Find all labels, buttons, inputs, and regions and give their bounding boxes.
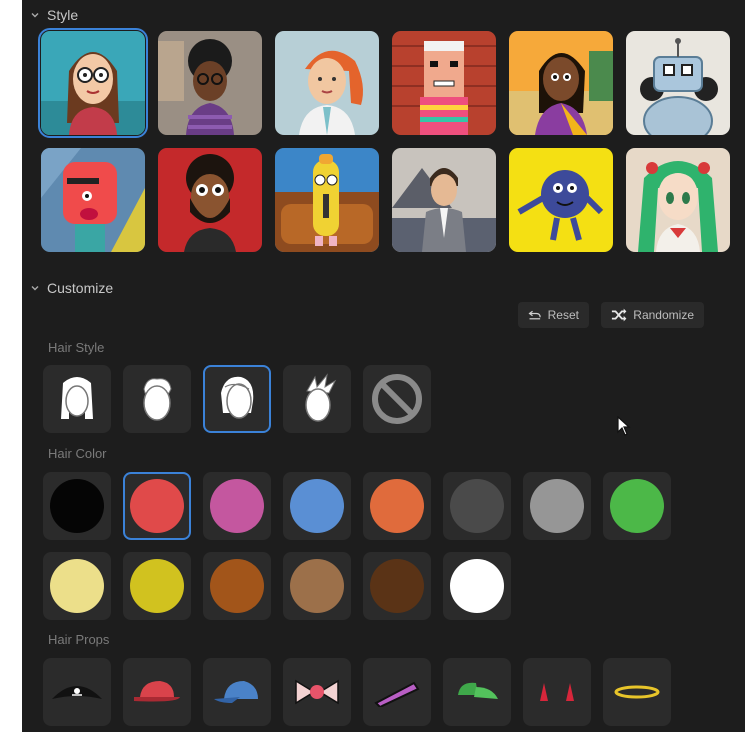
hair-style-label: Hair Style	[48, 340, 105, 355]
hair-color-swatch[interactable]	[443, 552, 511, 620]
color-circle	[370, 559, 424, 613]
hair-style-long-icon	[61, 377, 93, 419]
hair-props-label: Hair Props	[48, 632, 110, 647]
color-circle	[130, 479, 184, 533]
undo-icon	[528, 310, 541, 320]
hair-prop-devil-horns[interactable]	[523, 658, 591, 726]
color-circle	[290, 559, 344, 613]
hair-color-swatch[interactable]	[283, 552, 351, 620]
hair-prop-pirate-hat[interactable]	[43, 658, 111, 726]
hair-prop-green-cap[interactable]	[443, 658, 511, 726]
color-circle	[370, 479, 424, 533]
hair-color-label: Hair Color	[48, 446, 107, 461]
reset-label: Reset	[547, 308, 579, 322]
style-thumb-man-checkered-shirt[interactable]	[392, 31, 496, 135]
shuffle-icon	[611, 308, 627, 322]
hair-color-swatch[interactable]	[523, 472, 591, 540]
hair-style-none[interactable]	[363, 365, 431, 433]
style-thumb-man-curly-hair[interactable]	[158, 31, 262, 135]
section-title: Customize	[47, 280, 114, 296]
hair-color-swatch[interactable]	[603, 472, 671, 540]
style-thumb-robot[interactable]	[626, 31, 730, 135]
hair-color-swatch[interactable]	[123, 552, 191, 620]
hair-color-swatch[interactable]	[443, 472, 511, 540]
bow-icon	[295, 679, 339, 705]
hair-color-swatch[interactable]	[123, 472, 191, 540]
hair-style-option-1[interactable]	[43, 365, 111, 433]
style-thumb-man-suit[interactable]	[392, 148, 496, 252]
customize-section-header[interactable]: Customize	[22, 277, 113, 299]
pirate-hat-icon	[52, 686, 102, 699]
hair-style-option-3[interactable]	[203, 365, 271, 433]
color-circle	[50, 479, 104, 533]
hair-color-swatch[interactable]	[43, 472, 111, 540]
hair-prop-hair-pin[interactable]	[363, 658, 431, 726]
style-section-header[interactable]: Style	[22, 4, 78, 26]
hair-color-swatch[interactable]	[43, 552, 111, 620]
mouse-cursor-icon	[617, 416, 631, 436]
randomize-button[interactable]: Randomize	[601, 302, 704, 328]
hair-style-option-4[interactable]	[283, 365, 351, 433]
hair-style-short-icon	[143, 378, 172, 421]
color-circle	[210, 559, 264, 613]
color-circle	[130, 559, 184, 613]
color-circle	[50, 559, 104, 613]
hair-color-swatch[interactable]	[363, 552, 431, 620]
character-panel: Style Customize Reset Randomize Hair Sty…	[22, 0, 745, 732]
halo-icon	[614, 685, 660, 699]
color-circle	[450, 479, 504, 533]
hair-style-side-swept-icon	[221, 376, 254, 419]
style-thumb-yellow-fry[interactable]	[275, 148, 379, 252]
devil-horns-icon	[540, 683, 574, 701]
hair-color-swatch[interactable]	[203, 472, 271, 540]
section-title: Style	[47, 7, 79, 23]
hair-prop-bow[interactable]	[283, 658, 351, 726]
hair-style-spiky-icon	[305, 373, 337, 422]
color-circle	[290, 479, 344, 533]
hair-color-swatch[interactable]	[283, 472, 351, 540]
style-thumb-blue-ball-creature[interactable]	[509, 148, 613, 252]
style-thumb-anime-girl[interactable]	[626, 148, 730, 252]
style-thumb-woman-glasses[interactable]	[38, 28, 148, 138]
hair-style-option-2[interactable]	[123, 365, 191, 433]
color-circle	[450, 559, 504, 613]
hair-color-swatch[interactable]	[363, 472, 431, 540]
blue-cap-icon	[214, 681, 258, 703]
hair-pin-icon	[374, 681, 420, 707]
hair-prop-blue-cap[interactable]	[203, 658, 271, 726]
style-thumb-woman-saree[interactable]	[509, 31, 613, 135]
style-thumb-red-blob[interactable]	[41, 148, 145, 252]
green-cap-icon	[458, 682, 498, 699]
randomize-label: Randomize	[633, 308, 694, 322]
reset-button[interactable]: Reset	[518, 302, 589, 328]
hair-prop-halo[interactable]	[603, 658, 671, 726]
hair-color-swatch[interactable]	[203, 552, 271, 620]
style-thumb-redhead-doctor[interactable]	[275, 31, 379, 135]
color-circle	[210, 479, 264, 533]
chevron-down-icon	[31, 286, 39, 291]
no-hair-icon	[372, 374, 422, 424]
red-cap-icon	[134, 681, 180, 702]
hair-prop-red-cap[interactable]	[123, 658, 191, 726]
chevron-down-icon	[31, 13, 39, 18]
color-circle	[530, 479, 584, 533]
style-thumb-bearded-man[interactable]	[158, 148, 262, 252]
color-circle	[610, 479, 664, 533]
